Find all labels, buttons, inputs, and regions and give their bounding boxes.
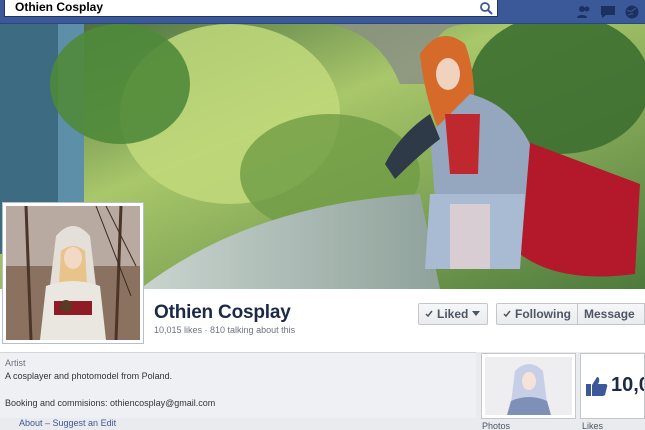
likes-label: Likes (582, 421, 604, 430)
facebook-page: Othien Cosplay Othien Cosplay 10,015 lik… (0, 0, 645, 430)
message-button[interactable]: Message (577, 303, 645, 325)
messages-icon[interactable] (599, 4, 617, 20)
profile-picture[interactable] (2, 202, 144, 344)
search-input[interactable]: Othien Cosplay (15, 0, 103, 15)
check-icon (503, 310, 511, 318)
about-links[interactable]: About – Suggest an Edit (19, 418, 116, 428)
chevron-down-icon (472, 311, 481, 316)
liked-label: Liked (437, 307, 469, 321)
likes-tile[interactable]: 10,0 (580, 353, 645, 419)
photos-tile[interactable] (481, 353, 576, 419)
search-box[interactable]: Othien Cosplay (4, 0, 498, 17)
following-label: Following (515, 307, 571, 321)
friend-requests-icon[interactable] (575, 4, 593, 20)
page-name: Othien Cosplay (154, 302, 291, 323)
likes-count: 10,0 (611, 374, 644, 396)
about-box: Artist A cosplayer and photomodel from P… (0, 352, 476, 418)
page-description: A cosplayer and photomodel from Poland. (5, 371, 173, 381)
following-button[interactable]: Following (496, 303, 578, 325)
photo-thumbnail (485, 357, 572, 415)
liked-button[interactable]: Liked (418, 303, 488, 325)
check-icon (425, 310, 433, 318)
page-category: Artist (5, 358, 26, 368)
photos-label: Photos (482, 421, 511, 430)
top-bar: Othien Cosplay (0, 0, 645, 24)
search-icon[interactable] (479, 1, 493, 15)
top-icons (575, 0, 645, 24)
globe-notifications-icon[interactable] (623, 4, 641, 20)
booking-contact: Booking and commisions: othiencosplay@gm… (5, 398, 216, 408)
page-stats: 10,015 likes · 810 talking about this (154, 325, 296, 335)
message-label: Message (584, 307, 635, 321)
thumbs-up-icon (586, 377, 608, 396)
